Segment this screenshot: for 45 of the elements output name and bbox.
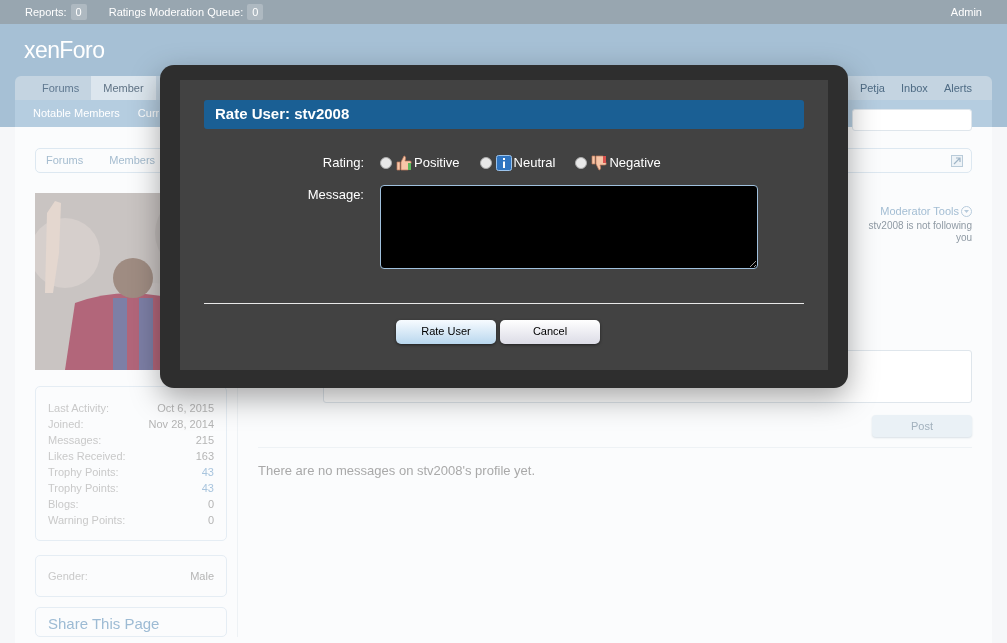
stat-value: Male <box>190 568 214 584</box>
nav-link[interactable]: Alerts <box>943 79 972 97</box>
rate-user-button[interactable]: Rate User <box>396 319 496 344</box>
rating-label: Rating: <box>321 154 365 172</box>
caret-icon <box>961 205 972 217</box>
sub-nav-link[interactable]: Notable Members <box>33 105 120 122</box>
radio-button[interactable] <box>479 156 492 169</box>
nav-tab[interactable]: Member <box>91 76 156 100</box>
message-field[interactable] <box>380 184 758 269</box>
thumbs-down-icon <box>591 154 608 171</box>
reports-label: Reports: <box>25 4 67 20</box>
post-button[interactable]: Post <box>872 415 972 437</box>
nav-link[interactable]: Petja <box>859 79 885 97</box>
nav-link[interactable]: Inbox <box>900 79 928 97</box>
follow-status: stv2008 is not following you <box>867 219 972 244</box>
rating-option-label[interactable]: Negative <box>609 153 661 173</box>
stat-value: Nov 28, 2014 <box>148 417 214 432</box>
moderator-tools-link[interactable]: Moderator Tools <box>880 203 972 220</box>
rating-option-label[interactable]: Positive <box>414 153 460 173</box>
breadcrumb-link[interactable]: Forums <box>36 152 94 169</box>
reports-count[interactable]: 0 <box>70 3 87 21</box>
stat-value: Oct 6, 2015 <box>157 401 214 416</box>
info-icon <box>495 154 512 171</box>
stat-value: 0 <box>207 513 214 528</box>
radio-button[interactable] <box>575 156 588 169</box>
message-label: Message: <box>306 185 365 204</box>
search-field[interactable] <box>852 108 972 131</box>
stat-value: 215 <box>195 433 214 448</box>
share-title: Share This Page <box>48 615 160 632</box>
thumbs-up-icon <box>396 154 412 171</box>
empty-message: There are no messages on stv2008's profile yet. <box>258 463 536 478</box>
nav-tab[interactable]: Forums <box>30 76 92 100</box>
stat-value[interactable]: 43 <box>201 464 214 480</box>
sub-nav-link[interactable]: Curr <box>137 105 160 122</box>
stat-value[interactable]: 43 <box>201 480 214 496</box>
stat-value: 163 <box>195 449 214 464</box>
dialog-title: Rate User: stv2008 <box>215 104 350 125</box>
account-link[interactable]: Admin <box>950 3 982 21</box>
cancel-button[interactable]: Cancel <box>500 319 600 344</box>
logo[interactable]: xenForo <box>24 36 105 64</box>
queue-count[interactable]: 0 <box>247 3 264 21</box>
radio-button[interactable] <box>380 156 392 169</box>
stat-value: 0 <box>207 497 214 512</box>
queue-label: Ratings Moderation Queue: <box>108 4 244 20</box>
rating-option-label[interactable]: Neutral <box>513 153 556 173</box>
